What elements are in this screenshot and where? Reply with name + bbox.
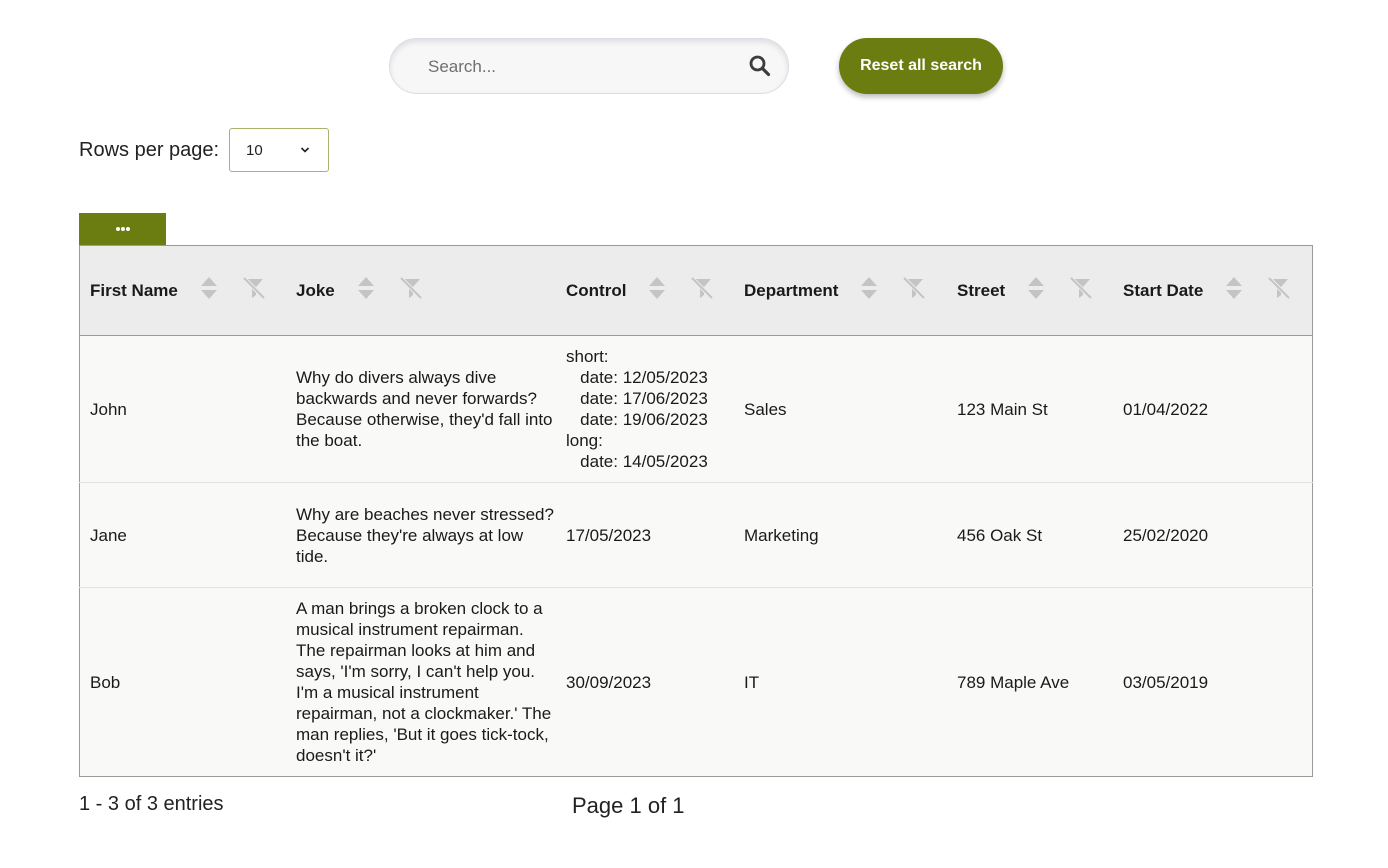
cell-joke: A man brings a broken clock to a musical…	[296, 599, 552, 765]
cell-first-name: Bob	[90, 672, 121, 692]
column-header-control: Control	[556, 245, 734, 336]
sort-icon[interactable]	[200, 276, 218, 305]
column-label: First Name	[90, 280, 178, 300]
chevron-down-icon	[300, 147, 310, 153]
filter-off-icon[interactable]	[1069, 276, 1093, 305]
cell-first-name: Jane	[90, 525, 127, 545]
filter-off-icon[interactable]	[399, 276, 423, 305]
column-menu-button[interactable]	[79, 213, 166, 245]
column-label: Joke	[296, 280, 335, 300]
filter-off-icon[interactable]	[1267, 276, 1291, 305]
column-header-street: Street	[947, 245, 1113, 336]
more-horizontal-icon	[116, 227, 130, 231]
cell-department: Marketing	[744, 525, 819, 545]
page-indicator: Page 1 of 1	[572, 793, 685, 818]
table-row: John Why do divers always dive backwards…	[79, 335, 1313, 483]
search-box	[389, 38, 789, 94]
data-table: First Name Joke Control Department Stree…	[79, 245, 1313, 777]
page: Reset all search Rows per page: 10 First…	[0, 0, 1388, 868]
search-input[interactable]	[426, 53, 730, 81]
cell-street: 456 Oak St	[957, 525, 1043, 545]
sort-icon[interactable]	[860, 276, 878, 305]
table-row: Bob A man brings a broken clock to a mus…	[79, 587, 1313, 777]
column-label: Control	[566, 280, 627, 300]
column-label: Start Date	[1123, 280, 1204, 300]
cell-joke: Why are beaches never stressed? Because …	[296, 504, 554, 566]
rows-per-page-select[interactable]: 10	[229, 128, 329, 172]
cell-start-date: 03/05/2019	[1123, 672, 1209, 692]
filter-off-icon[interactable]	[242, 276, 266, 305]
sort-icon[interactable]	[357, 276, 375, 305]
column-header-joke: Joke	[286, 245, 556, 336]
table-row: Jane Why are beaches never stressed? Bec…	[79, 482, 1313, 588]
cell-control: 17/05/2023	[566, 525, 652, 545]
cell-control: short: date: 12/05/2023 date: 17/06/2023…	[566, 347, 708, 471]
column-header-department: Department	[734, 245, 947, 336]
cell-street: 123 Main St	[957, 399, 1048, 419]
sort-icon[interactable]	[1027, 276, 1045, 305]
cell-start-date: 25/02/2020	[1123, 525, 1209, 545]
sort-icon[interactable]	[648, 276, 666, 305]
filter-off-icon[interactable]	[902, 276, 926, 305]
rows-per-page-label: Rows per page:	[79, 139, 220, 161]
cell-street: 789 Maple Ave	[957, 672, 1070, 692]
cell-joke: Why do divers always dive backwards and …	[296, 368, 553, 450]
column-header-start-date: Start Date	[1113, 245, 1313, 336]
entries-count: 1 - 3 of 3 entries	[79, 793, 224, 815]
table-header-row: First Name Joke Control Department Stree…	[79, 245, 1313, 336]
cell-control: 30/09/2023	[566, 672, 652, 692]
reset-all-search-button[interactable]: Reset all search	[839, 38, 1003, 94]
cell-first-name: John	[90, 399, 127, 419]
search-icon[interactable]	[748, 54, 772, 78]
column-header-first-name: First Name	[79, 245, 286, 336]
cell-start-date: 01/04/2022	[1123, 399, 1209, 419]
sort-icon[interactable]	[1225, 276, 1243, 305]
filter-off-icon[interactable]	[690, 276, 714, 305]
cell-department: Sales	[744, 399, 787, 419]
cell-department: IT	[744, 672, 760, 692]
rows-per-page-value: 10	[246, 142, 263, 159]
column-label: Department	[744, 280, 839, 300]
column-label: Street	[957, 280, 1006, 300]
